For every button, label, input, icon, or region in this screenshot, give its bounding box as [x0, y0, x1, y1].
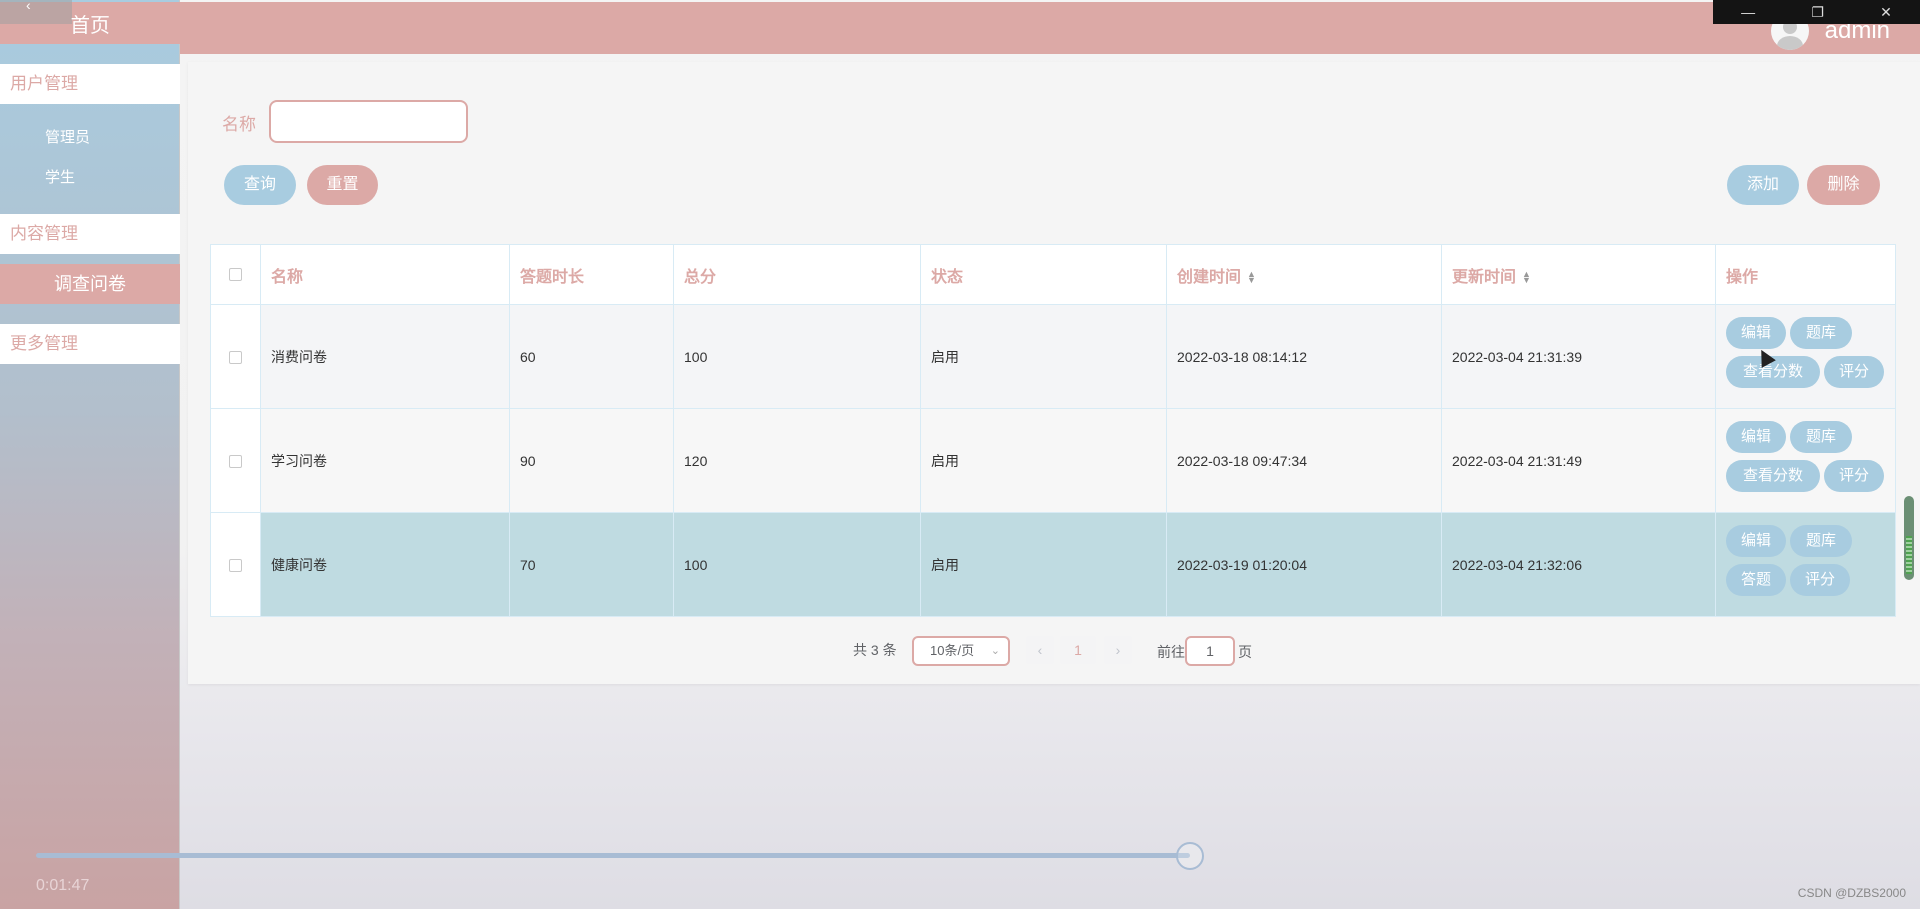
column-header-created-label: 创建时间 [1177, 268, 1242, 286]
cell-status: 启用 [920, 512, 1167, 617]
chevron-down-icon: ⌄ [990, 645, 1000, 657]
cell-score: 100 [673, 304, 921, 409]
edit-button[interactable]: 编辑 [1726, 317, 1786, 349]
cell-created: 2022-03-18 08:14:12 [1166, 304, 1442, 409]
search-input[interactable] [269, 100, 468, 143]
select-all-checkbox[interactable] [229, 267, 242, 281]
edit-button[interactable]: 编辑 [1726, 525, 1786, 557]
jump-page-input[interactable]: 1 [1185, 636, 1235, 666]
sidebar-group-content-management[interactable]: 内容管理 [0, 214, 180, 254]
survey-table: 名称 答题时长 总分 状态 创建时间 ▲ ▼ 更新时间 ▲ ▼ 操作 消费问卷 60 1… [210, 244, 1896, 617]
cell-status: 启用 [920, 304, 1167, 409]
cell-name: 学习问卷 [260, 408, 510, 513]
column-header-actions: 操作 [1715, 244, 1896, 305]
answer-button[interactable]: 答题 [1726, 564, 1786, 596]
table-header-row: 名称 答题时长 总分 状态 创建时间 ▲ ▼ 更新时间 ▲ ▼ 操作 [210, 244, 1896, 305]
restore-icon[interactable]: ❐ [1811, 5, 1824, 19]
column-header-score: 总分 [673, 244, 921, 305]
table-row[interactable]: 学习问卷 90 120 启用 2022-03-18 09:47:34 2022-… [210, 408, 1896, 513]
column-header-duration: 答题时长 [509, 244, 674, 305]
cell-created: 2022-03-18 09:47:34 [1166, 408, 1442, 513]
column-header-name: 名称 [260, 244, 510, 305]
row-select-cell [210, 512, 261, 617]
grade-button[interactable]: 评分 [1824, 356, 1884, 388]
jump-suffix: 页 [1238, 644, 1252, 660]
sort-icon[interactable]: ▲ ▼ [1247, 270, 1256, 285]
close-icon[interactable]: ✕ [1880, 5, 1892, 19]
cell-updated: 2022-03-04 21:32:06 [1441, 512, 1716, 617]
edit-button[interactable]: 编辑 [1726, 421, 1786, 453]
sidebar-item-students[interactable]: 学生 [45, 166, 75, 187]
watermark: CSDN @DZBS2000 [1797, 886, 1906, 900]
cell-name: 消费问卷 [260, 304, 510, 409]
row-select-cell [210, 304, 261, 409]
cell-duration: 90 [509, 408, 674, 513]
cell-score: 100 [673, 512, 921, 617]
cell-status: 启用 [920, 408, 1167, 513]
delete-button[interactable]: 删除 [1807, 165, 1880, 205]
grade-button[interactable]: 评分 [1824, 460, 1884, 492]
sidebar-item-surveys[interactable]: 调查问卷 [0, 264, 180, 304]
video-progress-handle[interactable] [1176, 842, 1204, 870]
minimize-icon[interactable]: — [1741, 5, 1755, 19]
cell-actions: 编辑 题库 查看分数 评分 [1715, 408, 1896, 513]
video-time: 0:01:47 [36, 877, 90, 894]
table-row[interactable]: 健康问卷 70 100 启用 2022-03-19 01:20:04 2022-… [210, 512, 1896, 617]
scrollbar[interactable] [1904, 496, 1914, 580]
view-scores-button[interactable]: 查看分数 [1726, 460, 1820, 492]
page-number[interactable]: 1 [1060, 636, 1096, 664]
page-size-select[interactable]: 10条/页 ⌄ [912, 636, 1010, 666]
jump-label: 前往 [1157, 644, 1185, 660]
row-checkbox[interactable] [229, 559, 242, 573]
pagination: 共 3 条 10条/页 ⌄ ‹ 1 › 前往 1 页 [0, 636, 1920, 666]
sidebar: 首页 用户管理 管理员 学生 内容管理 调查问卷 更多管理 [0, 0, 180, 909]
sidebar-item-admins[interactable]: 管理员 [45, 126, 90, 147]
cell-duration: 60 [509, 304, 674, 409]
video-progress-bar[interactable] [36, 853, 1190, 858]
cell-score: 120 [673, 408, 921, 513]
cell-duration: 70 [509, 512, 674, 617]
select-all-cell [210, 244, 261, 305]
row-checkbox[interactable] [229, 351, 242, 365]
cell-actions: 编辑 题库 查看分数 评分 [1715, 304, 1896, 409]
add-button[interactable]: 添加 [1727, 165, 1799, 205]
cell-updated: 2022-03-04 21:31:39 [1441, 304, 1716, 409]
top-header: admin [180, 2, 1920, 54]
sidebar-group-user-management[interactable]: 用户管理 [0, 64, 180, 104]
prev-page-icon[interactable]: ‹ [1026, 636, 1054, 664]
chevron-left-icon[interactable]: ‹ [0, 0, 72, 24]
grade-button[interactable]: 评分 [1790, 564, 1850, 596]
column-header-created[interactable]: 创建时间 ▲ ▼ [1166, 244, 1442, 305]
sort-icon[interactable]: ▲ ▼ [1522, 270, 1531, 285]
question-bank-button[interactable]: 题库 [1790, 421, 1852, 453]
cell-created: 2022-03-19 01:20:04 [1166, 512, 1442, 617]
table-row[interactable]: 消费问卷 60 100 启用 2022-03-18 08:14:12 2022-… [210, 304, 1896, 409]
query-button[interactable]: 查询 [224, 165, 296, 205]
reset-button[interactable]: 重置 [307, 165, 378, 205]
row-select-cell [210, 408, 261, 513]
column-header-updated-label: 更新时间 [1452, 268, 1517, 286]
window-controls: — ❐ ✕ [1713, 0, 1920, 24]
cell-actions: 编辑 题库 答题 评分 [1715, 512, 1896, 617]
question-bank-button[interactable]: 题库 [1790, 525, 1852, 557]
column-header-status: 状态 [920, 244, 1167, 305]
cell-name: 健康问卷 [260, 512, 510, 617]
question-bank-button[interactable]: 题库 [1790, 317, 1852, 349]
page-size-value: 10条/页 [930, 643, 975, 658]
search-label: 名称 [222, 115, 256, 134]
next-page-icon[interactable]: › [1104, 636, 1132, 664]
cell-updated: 2022-03-04 21:31:49 [1441, 408, 1716, 513]
pagination-total: 共 3 条 [853, 642, 897, 658]
sidebar-group-more-management[interactable]: 更多管理 [0, 324, 180, 364]
column-header-updated[interactable]: 更新时间 ▲ ▼ [1441, 244, 1716, 305]
row-checkbox[interactable] [229, 455, 242, 469]
